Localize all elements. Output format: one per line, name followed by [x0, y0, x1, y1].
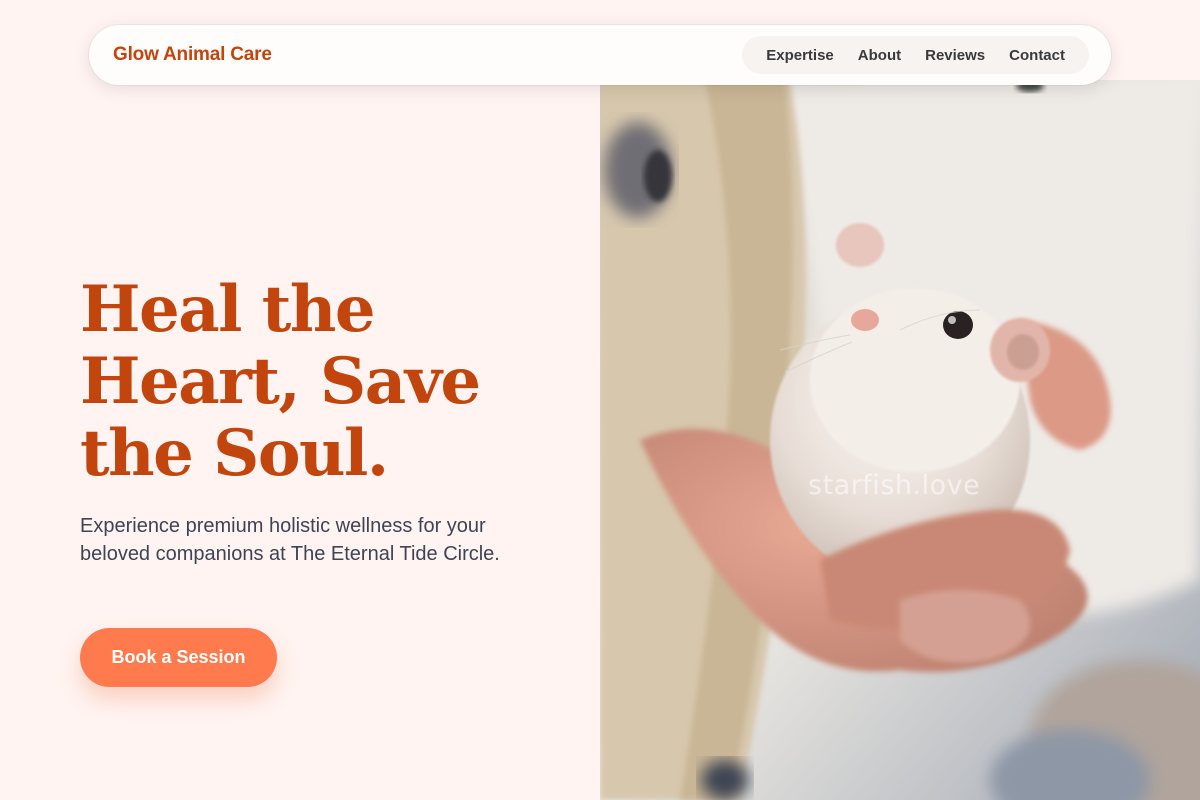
book-session-button[interactable]: Book a Session	[80, 628, 277, 687]
nav-link-expertise[interactable]: Expertise	[754, 47, 846, 64]
hero-headline: Heal the Heart, Save the Soul.	[80, 272, 481, 491]
nav-links-group: Expertise About Reviews Contact	[742, 36, 1089, 74]
brand-logo-link[interactable]: Glow Animal Care	[113, 44, 272, 66]
hero-subtitle: Experience premium holistic wellness for…	[80, 515, 500, 565]
hamster-in-hand-illustration	[600, 80, 1200, 800]
image-watermark: starfish.love	[808, 470, 981, 501]
nav-link-about[interactable]: About	[846, 47, 913, 64]
top-navbar: Glow Animal Care Expertise About Reviews…	[89, 25, 1111, 85]
nav-link-reviews[interactable]: Reviews	[913, 47, 997, 64]
nav-link-contact[interactable]: Contact	[997, 47, 1077, 64]
hero-photo: starfish.love	[600, 80, 1200, 800]
landing-page: starfish.love Glow Animal Care Expertise…	[0, 0, 1200, 800]
